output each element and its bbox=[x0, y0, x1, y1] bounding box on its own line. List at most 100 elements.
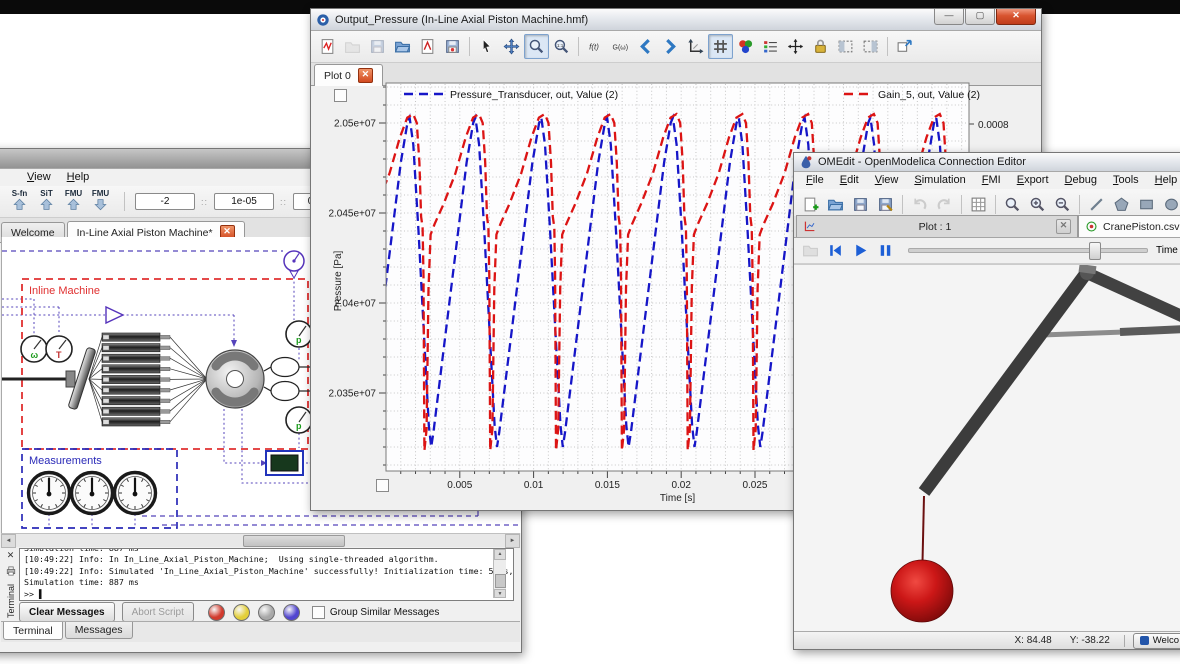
menu-help[interactable]: Help bbox=[1147, 173, 1180, 188]
menu-fmi[interactable]: FMI bbox=[974, 173, 1009, 188]
export-sit-up-button[interactable]: SiT bbox=[33, 189, 60, 215]
skip-start-icon[interactable] bbox=[823, 238, 848, 263]
undo-icon[interactable] bbox=[907, 192, 932, 217]
export-fmu-down-button[interactable]: FMU bbox=[87, 189, 114, 215]
save-image-icon[interactable] bbox=[440, 34, 465, 59]
export-sfn-up-button[interactable]: S-fn bbox=[6, 189, 33, 215]
speed-sensor-component[interactable]: ω bbox=[21, 336, 47, 362]
console-scroll-handle[interactable] bbox=[495, 574, 506, 588]
pressure-sensor-2-component[interactable]: p bbox=[286, 407, 312, 433]
save-icon[interactable] bbox=[848, 192, 873, 217]
gain-component[interactable] bbox=[106, 307, 123, 323]
redo-icon[interactable] bbox=[932, 192, 957, 217]
group-messages-checkbox[interactable] bbox=[312, 606, 325, 619]
play-icon[interactable] bbox=[848, 238, 873, 263]
menu-edit[interactable]: Edit bbox=[832, 173, 867, 188]
scope-component[interactable] bbox=[266, 451, 303, 475]
pause-icon[interactable] bbox=[873, 238, 898, 263]
open-external-icon[interactable] bbox=[892, 34, 917, 59]
time-slider[interactable] bbox=[908, 248, 1148, 253]
clear-messages-button[interactable]: Clear Messages bbox=[19, 602, 115, 622]
scroll-left-icon[interactable]: ◄ bbox=[1, 534, 16, 548]
simulation-param-field-1[interactable]: 1e-05 bbox=[214, 193, 274, 210]
console-scrollbar[interactable]: ▲ ▼ bbox=[493, 549, 506, 598]
menu-file[interactable]: File bbox=[798, 173, 832, 188]
legend-icon[interactable] bbox=[758, 34, 783, 59]
open-model-icon[interactable] bbox=[823, 192, 848, 217]
step-back-icon[interactable] bbox=[633, 34, 658, 59]
shaft-component[interactable] bbox=[2, 371, 75, 387]
zoom-original-icon[interactable]: 1:1 bbox=[549, 34, 574, 59]
angle-sensor-component[interactable] bbox=[284, 251, 304, 278]
lock-axes-icon[interactable] bbox=[808, 34, 833, 59]
torque-sensor-component[interactable]: T bbox=[46, 336, 72, 362]
new-modelica-class-icon[interactable] bbox=[798, 192, 823, 217]
scroll-right-icon[interactable]: ► bbox=[505, 534, 520, 548]
mdi-tab-plot1[interactable]: Plot : 1✕ bbox=[796, 215, 1078, 237]
simulation-param-field-0[interactable]: -2 bbox=[135, 193, 195, 210]
terminal-close-icon[interactable]: ✕ bbox=[7, 550, 15, 561]
meter-gauge-component[interactable] bbox=[115, 473, 156, 514]
clip-right-icon[interactable] bbox=[858, 34, 883, 59]
export-plot-icon[interactable] bbox=[415, 34, 440, 59]
menu-help[interactable]: Help bbox=[59, 170, 98, 185]
menu-debug[interactable]: Debug bbox=[1057, 173, 1105, 188]
import-data-icon[interactable] bbox=[315, 34, 340, 59]
open-folder-icon[interactable] bbox=[390, 34, 415, 59]
minimize-button[interactable]: — bbox=[934, 9, 964, 25]
terminal-console[interactable]: Simulation time: 887 ms[10:49:22] Info: … bbox=[19, 548, 514, 601]
tab-terminal[interactable]: Terminal bbox=[3, 622, 63, 640]
meter-gauges[interactable] bbox=[29, 473, 156, 514]
x-axis-lock-checkbox[interactable] bbox=[334, 89, 347, 102]
message-filter-0-button[interactable] bbox=[208, 604, 225, 621]
message-filter-3-button[interactable] bbox=[283, 604, 300, 621]
meter-gauge-component[interactable] bbox=[72, 473, 113, 514]
abort-script-button[interactable]: Abort Script bbox=[122, 602, 194, 622]
scroll-down-icon[interactable]: ▼ bbox=[494, 589, 506, 598]
axes-scale-icon[interactable] bbox=[683, 34, 708, 59]
zoom-in-icon[interactable] bbox=[1025, 192, 1050, 217]
grid-icon[interactable] bbox=[708, 34, 733, 59]
menu-simulation[interactable]: Simulation bbox=[906, 173, 973, 188]
message-filter-2-button[interactable] bbox=[258, 604, 275, 621]
menu-tools[interactable]: Tools bbox=[1105, 173, 1147, 188]
zoom-out-icon[interactable] bbox=[1050, 192, 1075, 217]
zoom-fit-icon[interactable] bbox=[1000, 192, 1025, 217]
menu-view[interactable]: View bbox=[19, 170, 59, 185]
ellipse-shape-icon[interactable] bbox=[1159, 192, 1180, 217]
welcome-view-button[interactable]: Welco bbox=[1133, 633, 1180, 649]
meter-gauge-component[interactable] bbox=[29, 473, 70, 514]
cursor-arrow-icon[interactable] bbox=[474, 34, 499, 59]
mdi-tab-cranepistoncsv[interactable]: CranePiston.csv✕ bbox=[1078, 215, 1180, 237]
y-axis-lock-checkbox[interactable] bbox=[376, 479, 389, 492]
clip-left-icon[interactable] bbox=[833, 34, 858, 59]
line-shape-icon[interactable] bbox=[1084, 192, 1109, 217]
animation-viewport[interactable] bbox=[794, 264, 1180, 632]
export-fmu-up-button[interactable]: FMU bbox=[60, 189, 87, 215]
zoom-icon[interactable] bbox=[524, 34, 549, 59]
player-open-icon[interactable] bbox=[798, 238, 823, 263]
scroll-up-icon[interactable]: ▲ bbox=[494, 549, 506, 560]
volume-components[interactable] bbox=[264, 358, 314, 401]
printer-icon[interactable] bbox=[5, 564, 17, 576]
time-slider-handle[interactable] bbox=[1089, 242, 1101, 260]
canvas-h-scrollbar[interactable]: ◄ ► bbox=[1, 533, 520, 547]
function-ft-icon[interactable]: f(t) bbox=[583, 34, 608, 59]
rectangle-shape-icon[interactable] bbox=[1134, 192, 1159, 217]
grid-snap-icon[interactable] bbox=[966, 192, 991, 217]
color-palette-icon[interactable] bbox=[733, 34, 758, 59]
omedit-titlebar[interactable]: OMEdit - OpenModelica Connection Editor bbox=[794, 153, 1180, 172]
valve-plate-component[interactable] bbox=[206, 350, 264, 408]
pan-arrows-icon[interactable] bbox=[499, 34, 524, 59]
tab-messages[interactable]: Messages bbox=[65, 622, 133, 639]
scroll-handle[interactable] bbox=[243, 535, 345, 547]
save-as-icon[interactable] bbox=[873, 192, 898, 217]
message-filter-1-button[interactable] bbox=[233, 604, 250, 621]
menu-view[interactable]: View bbox=[867, 173, 907, 188]
maximize-button[interactable]: ▢ bbox=[965, 9, 995, 25]
piston-bank-component[interactable] bbox=[89, 333, 207, 426]
save-icon[interactable] bbox=[365, 34, 390, 59]
crosshair-icon[interactable] bbox=[783, 34, 808, 59]
mdi-tab-close-icon[interactable]: ✕ bbox=[1056, 219, 1071, 234]
polygon-shape-icon[interactable] bbox=[1109, 192, 1134, 217]
